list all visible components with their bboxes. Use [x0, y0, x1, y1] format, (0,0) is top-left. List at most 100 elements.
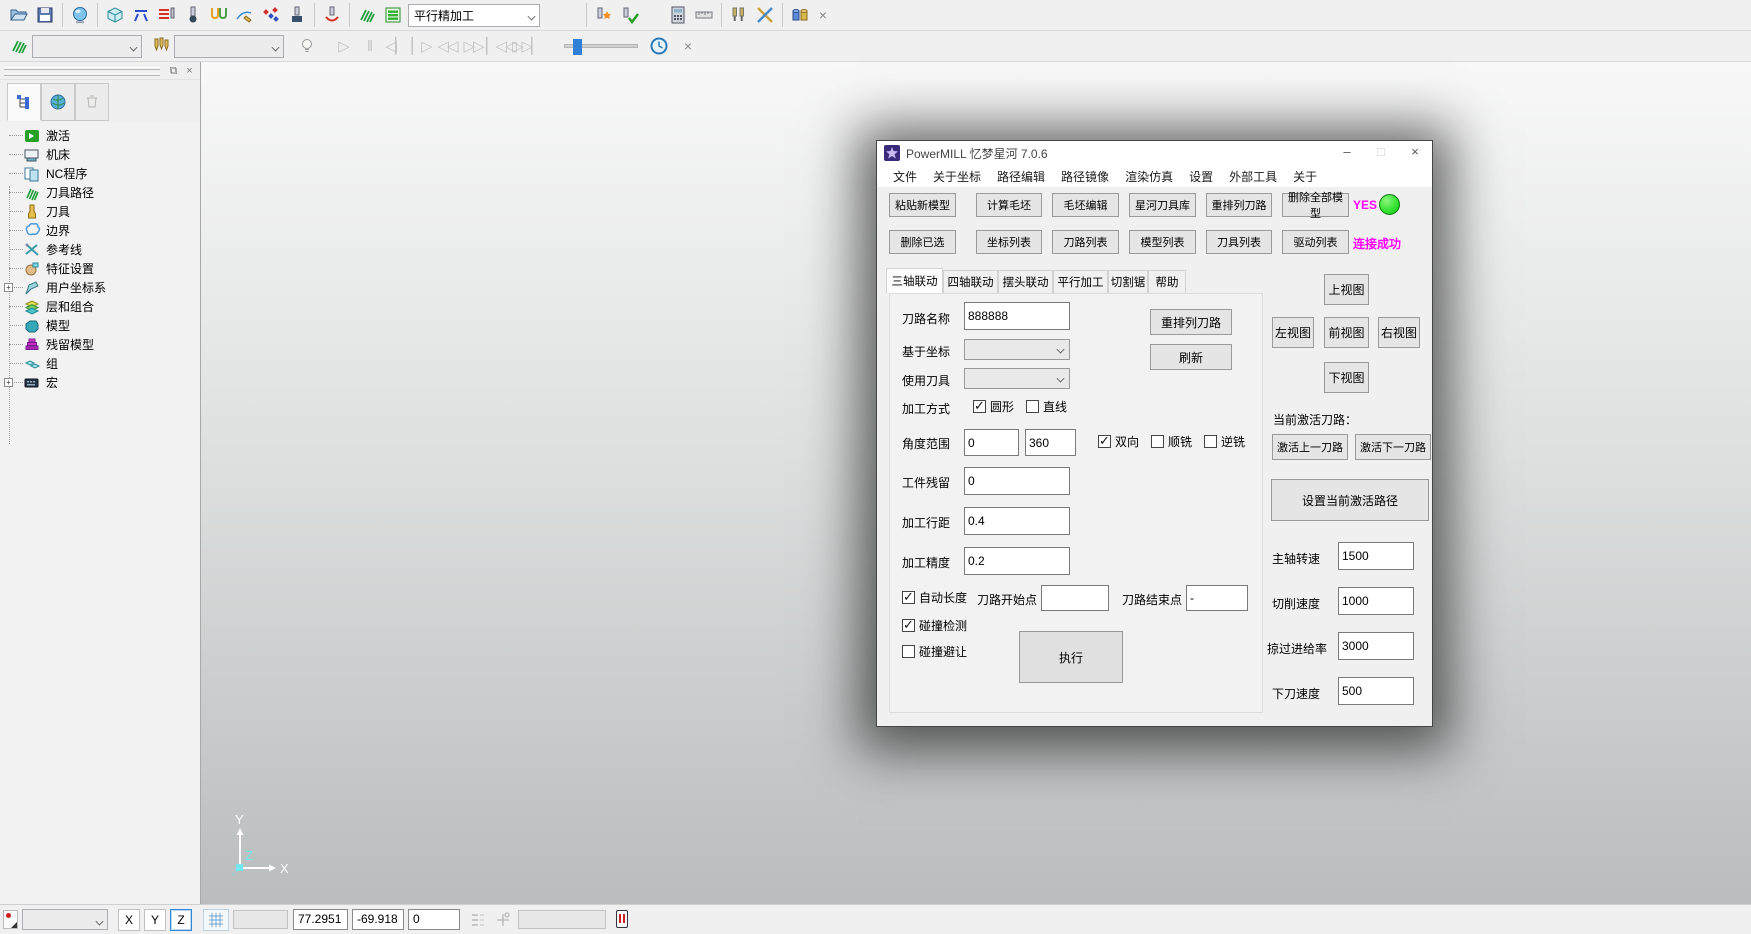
tree-item-machine[interactable]: 机床: [0, 145, 200, 164]
coord-z-field[interactable]: 0: [408, 909, 460, 930]
view-left-button[interactable]: 左视图: [1272, 317, 1314, 348]
collision-check-button[interactable]: [206, 2, 232, 28]
activate-next-button[interactable]: 激活下一刀路: [1355, 434, 1431, 460]
skim-feed-input[interactable]: [1338, 632, 1414, 660]
expand-icon[interactable]: +: [4, 283, 13, 292]
tool-verify-button[interactable]: [617, 2, 643, 28]
menu-render-sim[interactable]: 渲染仿真: [1117, 168, 1181, 185]
panel-grip[interactable]: ⧉ ×: [0, 62, 200, 80]
tab-parallel[interactable]: 平行加工: [1053, 270, 1108, 293]
toolpath-name-input[interactable]: [964, 302, 1070, 330]
go-to-start-button[interactable]: ▏◁◁: [486, 37, 512, 55]
menu-coords[interactable]: 关于坐标: [925, 168, 989, 185]
measure-button[interactable]: [691, 2, 717, 28]
spindle-speed-input[interactable]: [1338, 542, 1414, 570]
tab-4axis[interactable]: 四轴联动: [943, 270, 998, 293]
tree-item-boundaries[interactable]: 边界: [0, 221, 200, 240]
close-panel-icon[interactable]: ×: [183, 65, 196, 78]
drive-list-button[interactable]: 驱动列表: [1282, 230, 1349, 254]
conventional-checkbox[interactable]: 逆铣: [1204, 433, 1245, 450]
tab-3axis[interactable]: 三轴联动: [886, 268, 943, 293]
tolerance-input[interactable]: [964, 547, 1070, 575]
tree-item-toolpaths[interactable]: 刀具路径: [0, 183, 200, 202]
probe-cell[interactable]: [3, 910, 18, 929]
toolpath-list-button[interactable]: [380, 2, 406, 28]
tools-button[interactable]: [148, 33, 174, 59]
menu-external-tools[interactable]: 外部工具: [1221, 168, 1285, 185]
delete-all-models-button[interactable]: 删除全部模型: [1282, 193, 1349, 217]
cross-tools-button[interactable]: [752, 2, 778, 28]
tree-item-macros[interactable]: +宏: [0, 373, 200, 392]
rearrange-button[interactable]: 重排列刀路: [1150, 309, 1232, 335]
tab-help[interactable]: 帮助: [1148, 270, 1186, 293]
tool-combo[interactable]: [964, 368, 1070, 389]
tool-star-button[interactable]: [591, 2, 617, 28]
expand-icon[interactable]: +: [4, 378, 13, 387]
activate-prev-button[interactable]: 激活上一刀路: [1272, 434, 1348, 460]
start-point-input[interactable]: [1041, 585, 1109, 611]
toolbar2-close-button[interactable]: ×: [678, 38, 698, 54]
axis-z-button[interactable]: Z: [170, 909, 192, 931]
coord-combo[interactable]: [964, 339, 1070, 360]
paste-model-button[interactable]: 粘贴新模型: [889, 193, 956, 217]
tab-world[interactable]: [41, 83, 75, 121]
leads-links-button[interactable]: [154, 2, 180, 28]
tree-item-workplanes[interactable]: +用户坐标系: [0, 278, 200, 297]
delete-selected-button[interactable]: 删除已选: [889, 230, 956, 254]
toolbar-close-button[interactable]: ×: [813, 7, 833, 23]
method-circle-checkbox[interactable]: 圆形: [973, 398, 1014, 415]
tree-item-feature-sets[interactable]: 特征设置: [0, 259, 200, 278]
simulation-speed-slider[interactable]: [564, 44, 638, 48]
stepover-input[interactable]: [964, 507, 1070, 535]
toolpath-combo[interactable]: [32, 35, 142, 58]
calculator-button[interactable]: [665, 2, 691, 28]
grid-button[interactable]: [203, 909, 229, 931]
tree-item-tools[interactable]: 刀具: [0, 202, 200, 221]
rapid-moves-button[interactable]: [128, 2, 154, 28]
step-back-button[interactable]: ◁▏: [382, 37, 408, 55]
statusbar-combo[interactable]: [22, 909, 108, 930]
grid-size-field[interactable]: [233, 910, 288, 929]
menu-path-mirror[interactable]: 路径镜像: [1053, 168, 1117, 185]
statusbar-inset-field[interactable]: [518, 910, 606, 929]
toolpath-list-button[interactable]: 刀路列表: [1052, 230, 1119, 254]
pattern-button[interactable]: [258, 2, 284, 28]
close-button[interactable]: ×: [1398, 141, 1432, 165]
edit-stock-button[interactable]: 毛坯编辑: [1052, 193, 1119, 217]
calc-stock-button[interactable]: 计算毛坯: [976, 193, 1042, 217]
tool-combo[interactable]: [174, 35, 284, 58]
toolpath-button[interactable]: [354, 2, 380, 28]
toolpath-button-2[interactable]: [6, 33, 32, 59]
coord-y-field[interactable]: -69.918: [352, 909, 404, 930]
menu-path-edit[interactable]: 路径编辑: [989, 168, 1053, 185]
menu-about[interactable]: 关于: [1285, 168, 1325, 185]
tree-item-groups[interactable]: 组: [0, 354, 200, 373]
tool-arc-button[interactable]: [319, 2, 345, 28]
tree-item-stock-models[interactable]: 残留模型: [0, 335, 200, 354]
view-bottom-button[interactable]: 下视图: [1324, 362, 1369, 393]
tree-item-models[interactable]: 模型: [0, 316, 200, 335]
menu-settings[interactable]: 设置: [1181, 168, 1221, 185]
cutting-feed-input[interactable]: [1338, 587, 1414, 615]
bidirectional-checkbox[interactable]: 双向: [1098, 433, 1139, 450]
open-file-button[interactable]: [6, 2, 32, 28]
block-button[interactable]: [102, 2, 128, 28]
play-button[interactable]: ▷: [330, 37, 356, 55]
maximize-button[interactable]: □: [1364, 141, 1398, 165]
set-active-path-button[interactable]: 设置当前激活路径: [1271, 479, 1429, 521]
tree-item-activate[interactable]: 激活: [0, 126, 200, 145]
collision-check-checkbox[interactable]: 碰撞检测: [902, 617, 967, 634]
dialog-titlebar[interactable]: PowerMILL 忆梦星河 7.0.6 – □ ×: [877, 141, 1432, 165]
climb-checkbox[interactable]: 顺铣: [1151, 433, 1192, 450]
view-front-button[interactable]: 前视图: [1324, 317, 1369, 348]
angle-from-input[interactable]: [964, 429, 1019, 456]
pause-button[interactable]: ‖: [356, 38, 382, 55]
coord-list-button[interactable]: 坐标列表: [976, 230, 1042, 254]
rewind-button[interactable]: ◁◁: [434, 37, 460, 55]
tool-block-button[interactable]: [284, 2, 310, 28]
axis-y-button[interactable]: Y: [144, 909, 166, 931]
clock-button[interactable]: [646, 33, 672, 59]
shaded-view-button[interactable]: [67, 2, 93, 28]
tree-item-levels-sets[interactable]: 层和组合: [0, 297, 200, 316]
twin-tools-button[interactable]: [726, 2, 752, 28]
